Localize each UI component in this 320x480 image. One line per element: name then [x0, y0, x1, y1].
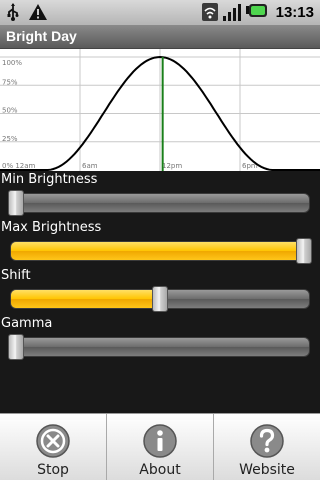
title-bar: Bright Day — [0, 25, 320, 49]
y-tick-label: 75% — [2, 78, 18, 86]
menu-item-website-label: Website — [239, 462, 295, 478]
warning-icon — [28, 3, 48, 21]
shift-fill — [11, 290, 161, 308]
shift-thumb[interactable] — [152, 286, 168, 312]
usb-icon — [6, 3, 20, 21]
signal-icon — [222, 3, 242, 21]
gamma-thumb[interactable] — [8, 334, 24, 360]
shift-label: Shift — [1, 268, 31, 283]
app-title: Bright Day — [6, 28, 77, 44]
x-tick-label: 12pm — [162, 162, 182, 170]
clock: 13:13 — [275, 3, 314, 21]
gamma-label: Gamma — [1, 316, 53, 331]
min-brightness-label: Min Brightness — [1, 172, 98, 187]
y-tick-label: 100% — [2, 59, 22, 67]
max-brightness-label: Max Brightness — [1, 220, 102, 235]
stop-icon — [35, 423, 71, 463]
max-brightness-slider[interactable] — [10, 241, 310, 261]
help-icon — [249, 423, 285, 463]
menu-item-about-label: About — [139, 462, 181, 478]
gamma-slider[interactable] — [10, 337, 310, 357]
wifi-icon — [201, 3, 218, 21]
min-brightness-slider[interactable] — [10, 193, 310, 213]
status-bar: 13:13 — [0, 0, 320, 25]
battery-icon — [245, 3, 268, 21]
brightness-chart: 100% 75% 50% 25% 0% 12am 6am 12pm 6pm — [0, 49, 320, 171]
y-tick-label: 25% — [2, 135, 18, 143]
max-brightness-fill — [11, 242, 305, 260]
x-tick-label: 0% 12am — [2, 162, 36, 170]
menu-item-website[interactable]: Website — [213, 414, 320, 480]
controls-panel: Min Brightness Max Brightness Shift Gamm… — [0, 171, 320, 413]
menu-item-stop[interactable]: Stop — [0, 414, 106, 480]
max-brightness-thumb[interactable] — [296, 238, 312, 264]
info-icon — [142, 423, 178, 463]
options-menu: Stop About Website — [0, 413, 320, 480]
menu-item-stop-label: Stop — [37, 462, 69, 478]
menu-item-about[interactable]: About — [106, 414, 213, 480]
x-tick-label: 6am — [82, 162, 98, 170]
brightness-chart-svg: 100%75%50%25%0% 12am 6am 12pm 6pm — [0, 49, 320, 171]
y-tick-label: 50% — [2, 107, 18, 115]
min-brightness-thumb[interactable] — [8, 190, 24, 216]
